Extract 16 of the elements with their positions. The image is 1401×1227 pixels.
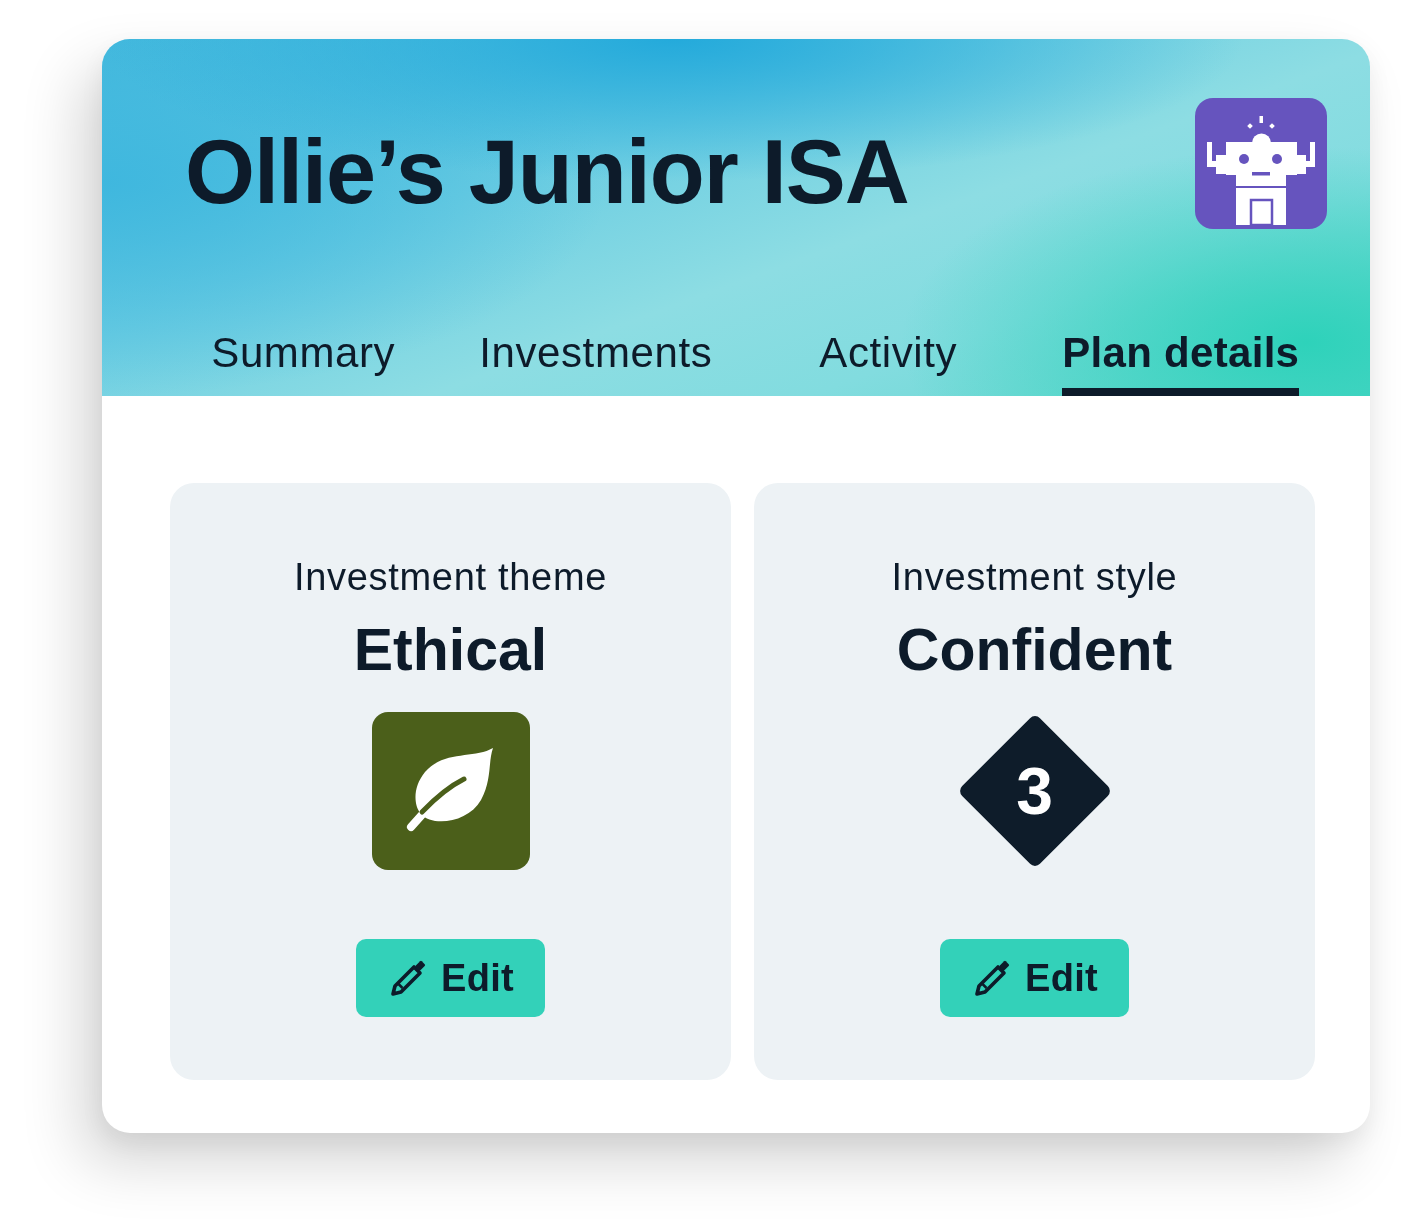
card-label: Investment theme [293, 555, 608, 600]
edit-button[interactable]: Edit [356, 939, 545, 1017]
tab[interactable]: Summary [211, 328, 396, 396]
edit-button[interactable]: Edit [940, 939, 1129, 1017]
tab[interactable]: Plan details [1062, 328, 1300, 396]
robot-icon [1195, 98, 1327, 229]
plan-title: Ollie’s Junior ISA [185, 121, 909, 224]
card-value: Ethical [353, 617, 548, 683]
card-label: Investment style [891, 555, 1178, 600]
tab[interactable]: Activity [819, 328, 958, 396]
pencil-icon [390, 959, 427, 997]
pencil-icon [974, 959, 1011, 997]
card-value: Confident [896, 617, 1173, 683]
tab[interactable]: Investments [479, 328, 713, 396]
leaf-icon [371, 712, 530, 870]
risk-level-badge: 3 [956, 713, 1113, 869]
